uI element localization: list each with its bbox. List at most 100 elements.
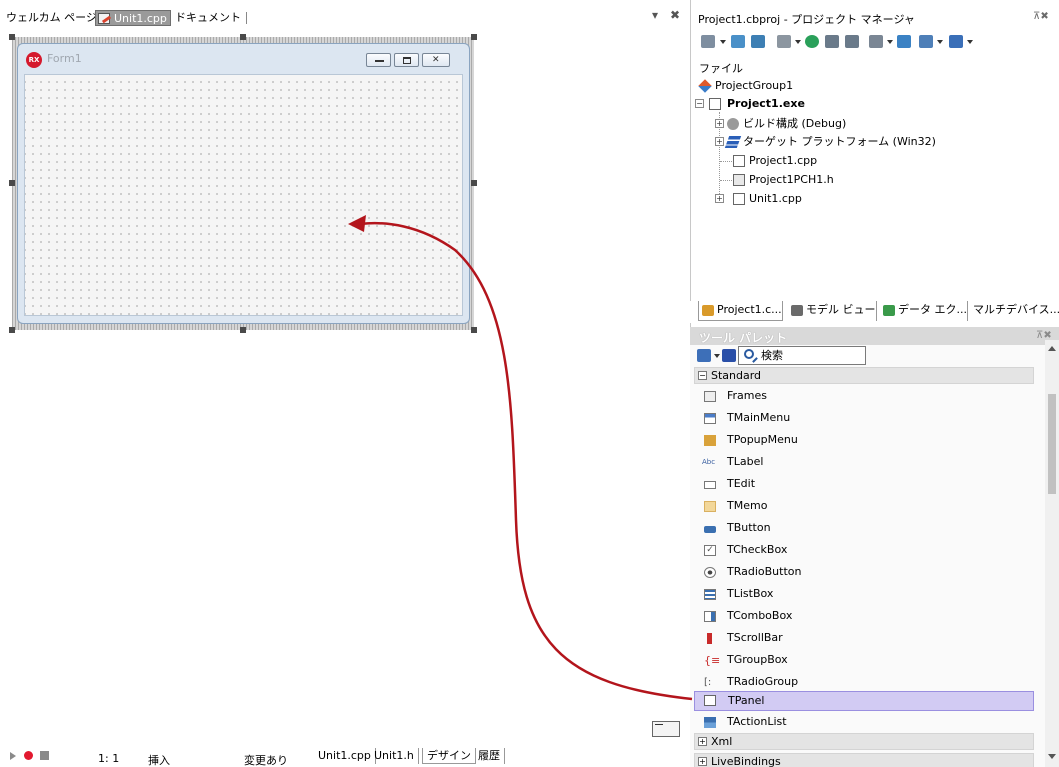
expand-build-icon[interactable]: + xyxy=(715,119,724,128)
header-file-icon xyxy=(733,174,745,186)
resize-handle-top-right[interactable] xyxy=(471,34,477,40)
tree-project[interactable]: Project1.exe xyxy=(709,95,805,112)
component-label: TLabel xyxy=(727,455,764,468)
collapse-project-icon[interactable]: − xyxy=(695,99,704,108)
expand-category-icon[interactable]: + xyxy=(698,737,707,746)
component-label: TMainMenu xyxy=(727,411,791,424)
tree-file-pch[interactable]: Project1PCH1.h xyxy=(733,171,834,188)
expand-icon[interactable] xyxy=(825,35,839,48)
dropdown-icon[interactable] xyxy=(887,40,893,44)
close-pane-icon[interactable]: ✖ xyxy=(670,8,680,22)
scroll-down-icon[interactable] xyxy=(1048,754,1056,759)
pin-close-icon[interactable]: ⊼✖ xyxy=(1033,11,1049,22)
tab-project[interactable]: Project1.c... xyxy=(698,301,783,321)
deploy-icon[interactable] xyxy=(919,35,933,48)
tab-unit1-cpp-bottom[interactable]: Unit1.cpp xyxy=(314,748,376,764)
component-tpanel[interactable]: TPanel xyxy=(694,691,1034,711)
stop-macro-icon[interactable] xyxy=(40,751,49,760)
tab-design[interactable]: デザイン xyxy=(422,748,476,764)
dropdown-icon[interactable] xyxy=(720,40,726,44)
pane-menu-icon[interactable]: ▾ xyxy=(652,8,658,22)
resize-handle-left[interactable] xyxy=(9,180,15,186)
tab-documents[interactable]: ドキュメント xyxy=(175,10,247,26)
category-label: Standard xyxy=(711,369,762,382)
component-tmainmenu[interactable]: TMainMenu xyxy=(694,408,1034,428)
category-label: LiveBindings xyxy=(711,755,781,767)
tab-unit1-cpp[interactable]: Unit1.cpp xyxy=(95,10,171,26)
dropdown-icon[interactable] xyxy=(714,354,720,358)
expand-category-icon[interactable]: + xyxy=(698,757,707,766)
component-tlistbox[interactable]: TListBox xyxy=(694,584,1034,604)
category-livebindings[interactable]: + LiveBindings xyxy=(694,753,1034,767)
tree-project-group[interactable]: ProjectGroup1 xyxy=(698,77,793,94)
dropdown-icon[interactable] xyxy=(795,40,801,44)
resize-handle-top[interactable] xyxy=(240,34,246,40)
maximize-button[interactable] xyxy=(394,53,419,67)
form1-window[interactable]: RX Form1 ✕ xyxy=(17,43,470,324)
category-xml[interactable]: + Xml xyxy=(694,733,1034,750)
tab-welcome-page[interactable]: ウェルカム ページ xyxy=(6,10,97,26)
component-tradiobutton[interactable]: TRadioButton xyxy=(694,562,1034,582)
resize-handle-bottom-left[interactable] xyxy=(9,327,15,333)
form-client-area[interactable] xyxy=(24,74,463,316)
tree-target-platform[interactable]: ターゲット プラットフォーム (Win32) xyxy=(724,133,936,150)
tool-palette-title: ツール パレット xyxy=(699,331,788,345)
resize-handle-right[interactable] xyxy=(471,180,477,186)
build-icon[interactable] xyxy=(897,35,911,48)
add-file-icon[interactable] xyxy=(731,35,745,48)
sort-icon[interactable] xyxy=(869,35,883,48)
dropdown-icon[interactable] xyxy=(937,40,943,44)
component-tmemo[interactable]: TMemo xyxy=(694,496,1034,516)
close-button[interactable]: ✕ xyxy=(422,53,450,67)
tree-file-project1-cpp[interactable]: Project1.cpp xyxy=(733,152,817,169)
tab-unit1-h[interactable]: Unit1.h xyxy=(370,748,419,764)
component-tcombobox[interactable]: TComboBox xyxy=(694,606,1034,626)
tree-unit1-cpp[interactable]: Unit1.cpp xyxy=(733,190,802,207)
category-standard[interactable]: − Standard xyxy=(694,367,1034,384)
component-tcheckbox[interactable]: ✓ TCheckBox xyxy=(694,540,1034,560)
form-caption-bar[interactable]: RX Form1 ✕ xyxy=(18,44,469,74)
component-tactionlist[interactable]: TActionList xyxy=(694,712,1034,732)
tree-build-config[interactable]: ビルド構成 (Debug) xyxy=(727,115,846,132)
record-macro-icon[interactable] xyxy=(24,751,33,760)
scroll-up-icon[interactable] xyxy=(1048,346,1056,351)
scroll-thumb[interactable] xyxy=(1048,394,1056,494)
tab-model-view[interactable]: モデル ビュー xyxy=(788,301,877,321)
view-icon[interactable] xyxy=(777,35,791,48)
search-input[interactable]: 検索 xyxy=(738,346,866,365)
component-tpopupmenu[interactable]: TPopupMenu xyxy=(694,430,1034,450)
platform-icon[interactable] xyxy=(949,35,963,48)
collapse-icon[interactable] xyxy=(845,35,859,48)
component-frames[interactable]: Frames xyxy=(694,386,1034,406)
palette-categories-icon[interactable] xyxy=(697,349,711,362)
collapse-category-icon[interactable]: − xyxy=(698,371,707,380)
search-icon xyxy=(744,349,754,359)
component-tradiogroup[interactable]: [: TRadioGroup xyxy=(694,672,1034,692)
tab-data-explorer[interactable]: データ エク... xyxy=(880,301,968,321)
sync-icon[interactable] xyxy=(805,35,819,48)
tab-multi-device[interactable]: マルチデバイス... xyxy=(968,301,1059,321)
component-tscrollbar[interactable]: TScrollBar xyxy=(694,628,1034,648)
component-tlabel[interactable]: Abc TLabel xyxy=(694,452,1034,472)
new-item-icon[interactable] xyxy=(701,35,715,48)
resize-handle-bottom[interactable] xyxy=(240,327,246,333)
tab-history[interactable]: 履歴 xyxy=(474,748,505,764)
resize-handle-bottom-right[interactable] xyxy=(471,327,477,333)
expand-unit-icon[interactable]: + xyxy=(715,194,724,203)
component-tbutton[interactable]: TButton xyxy=(694,518,1034,538)
component-tgroupbox[interactable]: {≡ TGroupBox xyxy=(694,650,1034,670)
resize-handle-top-left[interactable] xyxy=(9,34,15,40)
minimized-view-button[interactable] xyxy=(652,721,680,737)
pointer-icon[interactable] xyxy=(722,349,736,362)
component-label: TCheckBox xyxy=(727,543,788,556)
component-tedit[interactable]: TEdit xyxy=(694,474,1034,494)
play-macro-icon[interactable] xyxy=(10,752,16,760)
scrollbar-icon xyxy=(707,633,712,644)
remove-file-icon[interactable] xyxy=(751,35,765,48)
expand-platform-icon[interactable]: + xyxy=(715,137,724,146)
dropdown-icon[interactable] xyxy=(967,40,973,44)
editor-tab-strip: ウェルカム ページ Unit1.cpp ドキュメント ▾ ✖ xyxy=(0,0,688,34)
minimize-button[interactable] xyxy=(366,53,391,67)
tool-palette-scrollbar[interactable] xyxy=(1045,340,1059,767)
project-tab-icon xyxy=(702,305,714,316)
